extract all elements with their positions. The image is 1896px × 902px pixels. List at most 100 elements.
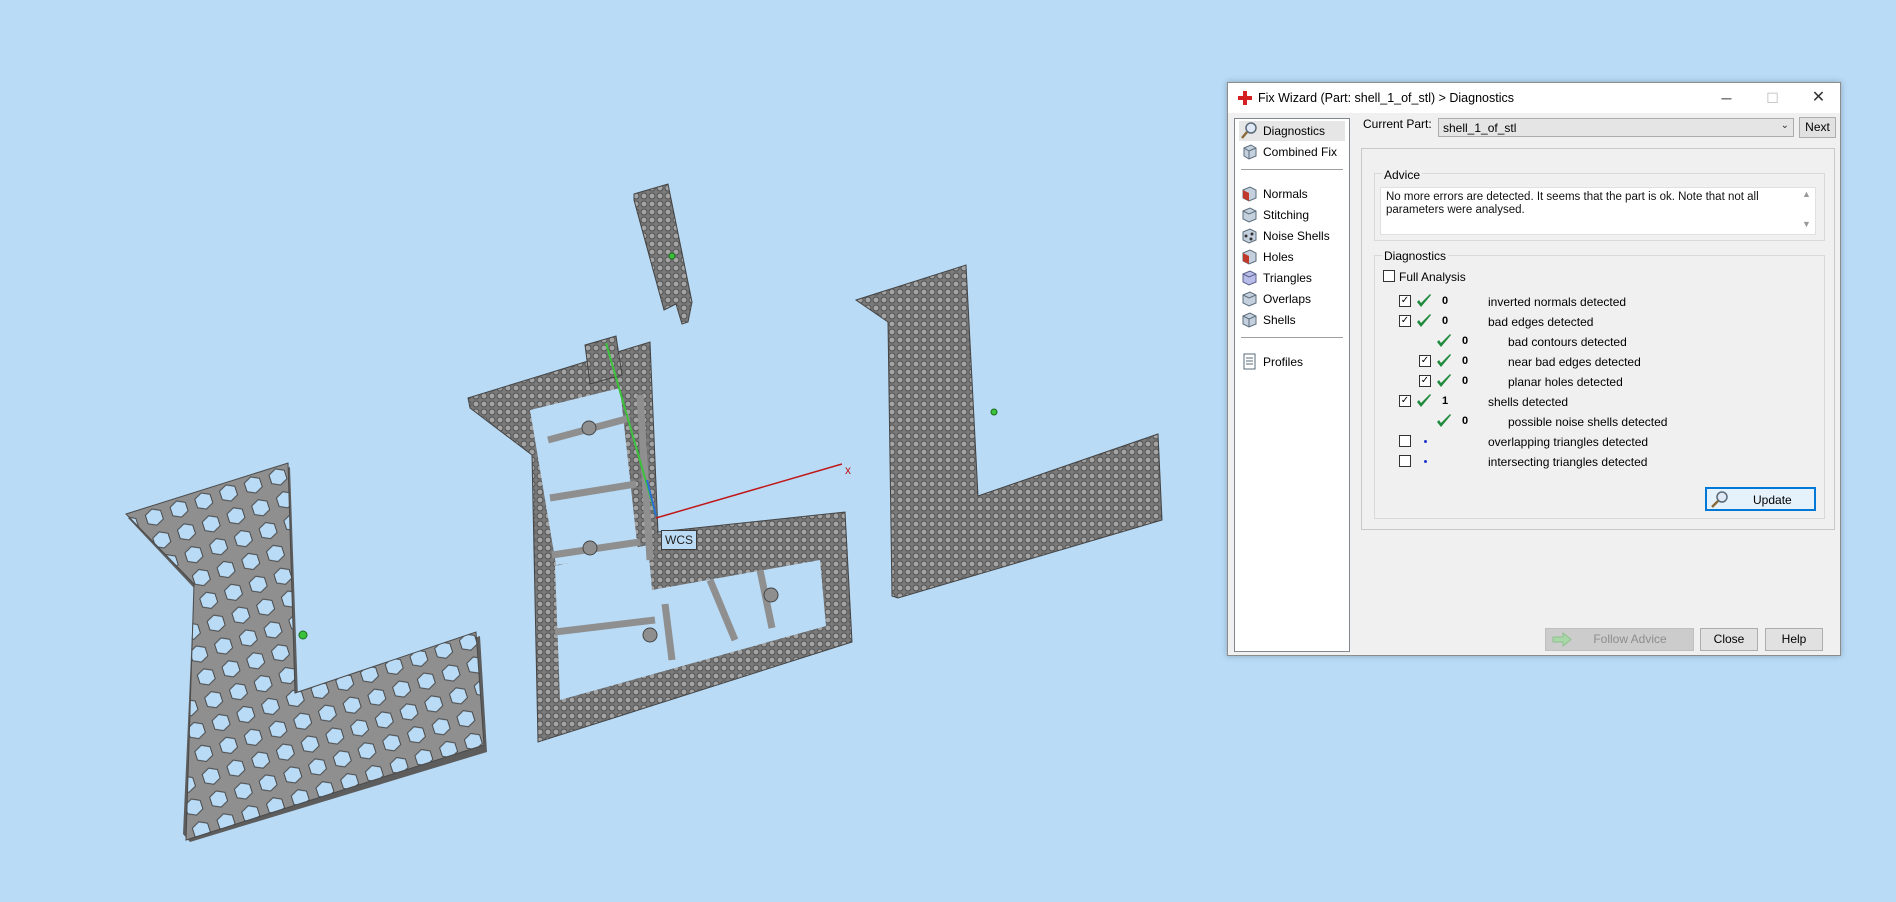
diagnostic-checkbox[interactable]: ✓ [1419,355,1431,367]
green-check-icon [1437,414,1451,427]
nav-item-label: Stitching [1263,208,1310,222]
nav-item-diagnostics[interactable]: Diagnostics [1239,121,1345,141]
nav-item-label: Normals [1263,187,1308,201]
diagnostic-label: bad edges detected [1488,315,1594,329]
diagnostic-row: intersecting triangles detected [1228,453,1647,471]
stick-part[interactable] [633,183,693,325]
diagnostic-label: possible noise shells detected [1508,415,1668,429]
normals-cube-icon [1242,186,1257,202]
diagnostic-count: 0 [1462,355,1469,367]
triangles-cube-icon [1242,270,1257,286]
close-button[interactable]: Close [1700,628,1758,651]
current-part-label: Current Part: [1363,117,1432,131]
nav-item-label: Triangles [1263,271,1312,285]
next-button[interactable]: Next [1799,117,1836,138]
current-part-value: shell_1_of_stl [1443,121,1517,135]
title-bar[interactable]: Fix Wizard (Part: shell_1_of_stl) > Diag… [1228,83,1840,113]
solid-l-part[interactable] [854,264,1163,599]
diagnostic-row: ✓ 0 near bad edges detected [1228,353,1641,371]
magnifier-icon [1241,122,1257,139]
diagnostic-label: bad contours detected [1508,335,1627,349]
chevron-down-icon: ⌄ [1780,120,1789,131]
frame-l-part[interactable] [467,335,853,743]
update-button[interactable]: Update [1705,487,1816,511]
pending-dot-icon [1424,460,1427,463]
nav-item-label: Diagnostics [1263,124,1326,138]
green-check-icon [1437,334,1451,347]
diagnostic-checkbox[interactable] [1399,435,1411,447]
nav-item-stitching[interactable]: Stitching [1239,205,1345,225]
diagnostic-count: 0 [1462,335,1469,347]
diagnostic-row: ✓ 0 planar holes detected [1228,373,1628,391]
minimize-button[interactable]: ─ [1704,83,1749,113]
diagnostic-count: 0 [1442,315,1449,327]
holes-cube-icon [1242,249,1257,265]
fix-wizard-dialog: Fix Wizard (Part: shell_1_of_stl) > Diag… [1227,82,1841,656]
nav-item-label: Holes [1263,250,1294,264]
diagnostic-row: 0 bad contours detected [1228,333,1628,351]
close-window-button[interactable]: ✕ [1796,83,1841,113]
noise-shells-icon [1242,228,1257,244]
diagnostic-label: near bad edges detected [1508,355,1641,369]
advice-heading: Advice [1382,168,1423,182]
update-label: Update [1753,493,1792,507]
origin-marker [990,408,998,416]
dialog-title: Fix Wizard (Part: shell_1_of_stl) > Diag… [1258,91,1514,105]
scroll-down-icon[interactable]: ▼ [1802,219,1811,229]
diagnostic-label: overlapping triangles detected [1488,435,1649,449]
nav-item-label: Combined Fix [1263,145,1338,159]
diagnostic-checkbox[interactable]: ✓ [1399,295,1411,307]
follow-advice-label: Follow Advice [1593,632,1667,646]
origin-marker [668,252,676,260]
diagnostic-row: 0 possible noise shells detected [1228,413,1667,431]
nav-divider [1241,169,1343,170]
nav-item-noise-shells[interactable]: Noise Shells [1239,226,1345,246]
diagnostic-row: ✓ 1 shells detected [1228,393,1628,411]
wcs-label: WCS [661,530,697,550]
diagnostic-count: 0 [1462,415,1469,427]
scroll-up-icon[interactable]: ▲ [1802,189,1811,199]
follow-advice-button[interactable]: Follow Advice [1545,628,1694,651]
nav-item-combined-fix[interactable]: Combined Fix [1239,142,1345,162]
diagnostic-label: shells detected [1488,395,1569,409]
red-cross-app-icon [1238,91,1252,105]
magnifier-icon [1711,491,1728,508]
stitching-cube-icon [1242,207,1257,223]
diagnostic-row: ✓ 0 inverted normals detected [1228,293,1628,311]
diagnostic-checkbox[interactable]: ✓ [1399,395,1411,407]
diagnostic-label: planar holes detected [1508,375,1623,389]
help-button[interactable]: Help [1765,628,1823,651]
diagnostic-count: 0 [1462,375,1469,387]
full-analysis-label: Full Analysis [1399,270,1466,284]
axis-x-label: x [845,463,851,477]
diagnostic-row: ✓ 0 bad edges detected [1228,313,1628,331]
nav-item-normals[interactable]: Normals [1239,184,1345,204]
advice-text: No more errors are detected. It seems th… [1386,191,1759,216]
nav-item-label: Noise Shells [1263,229,1330,243]
advice-scrollbar[interactable]: ▲ ▼ [1800,189,1814,233]
diagnostic-row: overlapping triangles detected [1228,433,1648,451]
diagnostic-checkbox[interactable]: ✓ [1399,315,1411,327]
hex-l-part[interactable] [125,462,487,842]
arrow-right-icon [1552,632,1572,647]
diagnostic-checkbox[interactable] [1399,455,1411,467]
nav-item-triangles[interactable]: Triangles [1239,268,1345,288]
maximize-button[interactable]: ☐ [1750,83,1795,113]
green-check-icon [1437,354,1451,367]
diagnostic-count: 0 [1442,295,1449,307]
diagnostic-count: 1 [1442,395,1449,407]
green-check-icon [1417,314,1431,327]
diagnostics-heading: Diagnostics [1382,249,1449,263]
advice-textbox[interactable]: No more errors are detected. It seems th… [1380,187,1816,235]
origin-marker [298,630,308,640]
diagnostic-label: inverted normals detected [1488,295,1627,309]
green-check-icon [1417,394,1431,407]
green-check-icon [1437,374,1451,387]
diagnostic-label: intersecting triangles detected [1488,455,1648,469]
pending-dot-icon [1424,440,1427,443]
diagnostic-checkbox[interactable]: ✓ [1419,375,1431,387]
nav-item-holes[interactable]: Holes [1239,247,1345,267]
green-check-icon [1417,294,1431,307]
current-part-select[interactable]: shell_1_of_stl ⌄ [1438,118,1794,137]
full-analysis-checkbox[interactable] [1383,270,1395,282]
